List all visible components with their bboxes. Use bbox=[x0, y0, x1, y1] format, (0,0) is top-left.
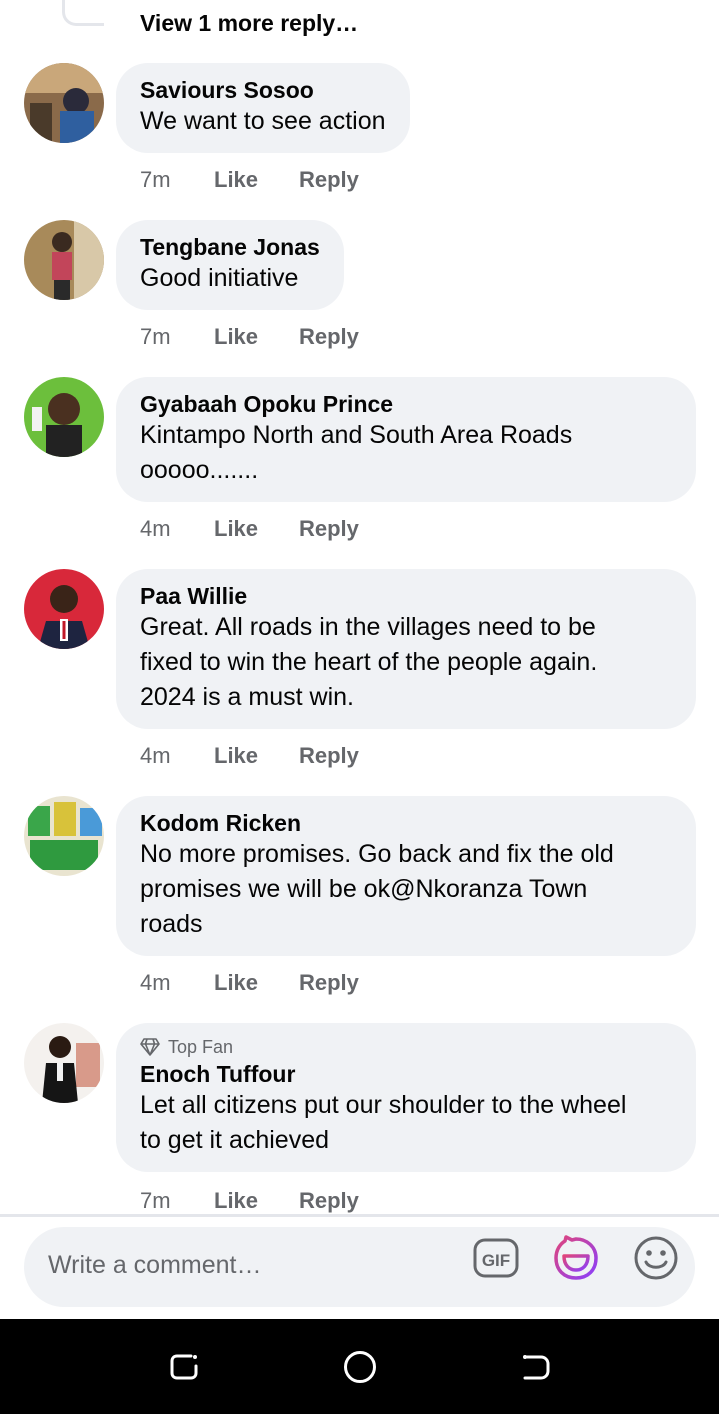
comment-timestamp[interactable]: 4m bbox=[140, 743, 214, 769]
comment-bubble[interactable]: Tengbane Jonas Good initiative bbox=[116, 220, 344, 310]
reply-button[interactable]: Reply bbox=[299, 167, 359, 193]
reply-button[interactable]: Reply bbox=[299, 970, 359, 996]
diamond-icon bbox=[140, 1038, 160, 1056]
comment-actions: 7m Like Reply bbox=[140, 1188, 359, 1214]
recent-apps-icon[interactable] bbox=[166, 1349, 202, 1385]
comment-composer: Write a comment… GIF bbox=[0, 1217, 719, 1319]
comment-author[interactable]: Enoch Tuffour bbox=[140, 1060, 672, 1088]
comment-bubble[interactable]: Top Fan Enoch Tuffour Let all citizens p… bbox=[116, 1023, 696, 1172]
comment-text-line: Let all citizens put our shoulder to the… bbox=[140, 1091, 627, 1119]
like-button[interactable]: Like bbox=[214, 743, 299, 769]
avatar[interactable] bbox=[24, 63, 104, 143]
emoji-icon[interactable] bbox=[632, 1234, 680, 1282]
avatar[interactable] bbox=[24, 377, 104, 457]
like-button[interactable]: Like bbox=[214, 516, 299, 542]
like-button[interactable]: Like bbox=[214, 167, 299, 193]
avatar[interactable] bbox=[24, 569, 104, 649]
comment-actions: 7m Like Reply bbox=[140, 167, 359, 193]
avatar[interactable] bbox=[24, 796, 104, 876]
top-fan-label: Top Fan bbox=[168, 1037, 234, 1057]
avatar[interactable] bbox=[24, 1023, 104, 1103]
comment-actions: 4m Like Reply bbox=[140, 516, 359, 542]
comment-bubble[interactable]: Kodom Ricken No more promises. Go back a… bbox=[116, 796, 696, 956]
comment-text-line: roads bbox=[140, 910, 203, 938]
comment-actions: 7m Like Reply bbox=[140, 324, 359, 350]
reply-button[interactable]: Reply bbox=[299, 516, 359, 542]
comment-author[interactable]: Gyabaah Opoku Prince bbox=[140, 390, 672, 418]
system-navigation-bar bbox=[0, 1319, 719, 1414]
comment-input-placeholder[interactable]: Write a comment… bbox=[48, 1251, 261, 1280]
comment-author[interactable]: Tengbane Jonas bbox=[140, 233, 320, 261]
back-icon[interactable] bbox=[518, 1349, 554, 1385]
comment-timestamp[interactable]: 7m bbox=[140, 324, 214, 350]
top-fan-badge[interactable]: Top Fan bbox=[140, 1036, 672, 1058]
comment-author[interactable]: Kodom Ricken bbox=[140, 809, 672, 837]
comment-text-line: We want to see action bbox=[140, 107, 386, 135]
comment-text-line: 2024 is a must win. bbox=[140, 683, 354, 711]
like-button[interactable]: Like bbox=[214, 970, 299, 996]
comment-actions: 4m Like Reply bbox=[140, 743, 359, 769]
comment-timestamp[interactable]: 7m bbox=[140, 1188, 214, 1214]
comment-bubble[interactable]: Saviours Sosoo We want to see action bbox=[116, 63, 410, 153]
avatar[interactable] bbox=[24, 220, 104, 300]
gif-icon[interactable]: GIF bbox=[472, 1234, 520, 1282]
comment-timestamp[interactable]: 4m bbox=[140, 970, 214, 996]
like-button[interactable]: Like bbox=[214, 1188, 299, 1214]
comment-text-line: promises we will be ok@Nkoranza Town bbox=[140, 875, 588, 903]
avatar-sticker-icon[interactable] bbox=[552, 1234, 600, 1282]
reply-connector-line bbox=[62, 0, 104, 26]
reply-button[interactable]: Reply bbox=[299, 1188, 359, 1214]
comment-author[interactable]: Paa Willie bbox=[140, 582, 672, 610]
home-icon[interactable] bbox=[342, 1349, 378, 1385]
comment-actions: 4m Like Reply bbox=[140, 970, 359, 996]
comment-text-line: Good initiative bbox=[140, 264, 299, 292]
view-more-replies-link[interactable]: View 1 more reply… bbox=[140, 10, 358, 37]
comment-bubble[interactable]: Gyabaah Opoku Prince Kintampo North and … bbox=[116, 377, 696, 502]
svg-text:GIF: GIF bbox=[482, 1251, 510, 1270]
comment-text-line: ooooo....... bbox=[140, 456, 259, 484]
comment-text-line: Great. All roads in the villages need to… bbox=[140, 613, 596, 641]
like-button[interactable]: Like bbox=[214, 324, 299, 350]
comment-text-line: fixed to win the heart of the people aga… bbox=[140, 648, 598, 676]
comment-thread: View 1 more reply… Saviours Sosoo We wan… bbox=[0, 0, 719, 1214]
comment-text-line: Kintampo North and South Area Roads bbox=[140, 421, 573, 449]
comment-bubble[interactable]: Paa Willie Great. All roads in the villa… bbox=[116, 569, 696, 729]
comment-text-line: to get it achieved bbox=[140, 1126, 330, 1154]
comment-timestamp[interactable]: 4m bbox=[140, 516, 214, 542]
comment-text-line: No more promises. Go back and fix the ol… bbox=[140, 840, 614, 868]
comment-author[interactable]: Saviours Sosoo bbox=[140, 76, 386, 104]
reply-button[interactable]: Reply bbox=[299, 743, 359, 769]
reply-button[interactable]: Reply bbox=[299, 324, 359, 350]
comment-timestamp[interactable]: 7m bbox=[140, 167, 214, 193]
